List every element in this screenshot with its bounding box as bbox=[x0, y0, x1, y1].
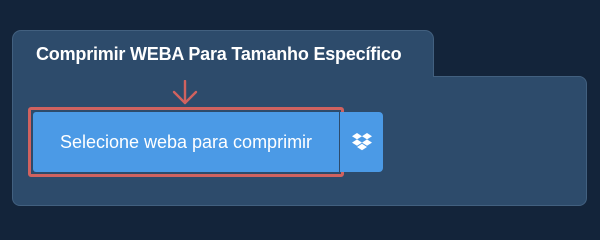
page-title: Comprimir WEBA Para Tamanho Específico bbox=[36, 44, 402, 64]
select-file-button[interactable]: Selecione weba para comprimir bbox=[33, 112, 339, 172]
dropbox-icon bbox=[351, 133, 372, 151]
arrow-down-icon bbox=[172, 80, 198, 105]
dropbox-button[interactable] bbox=[340, 112, 383, 172]
